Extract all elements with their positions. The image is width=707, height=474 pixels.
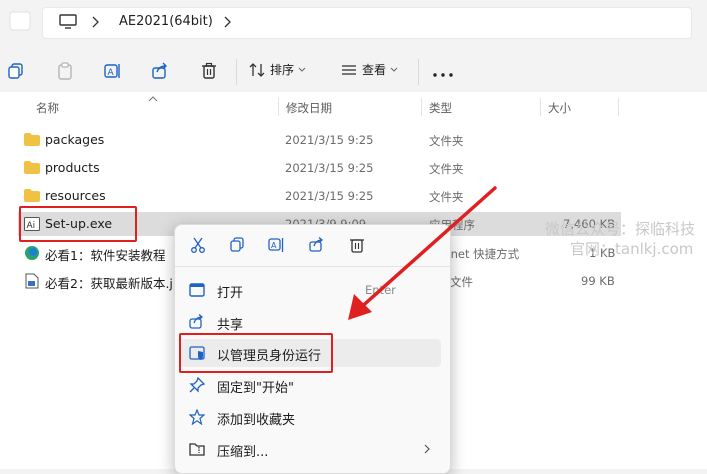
annotation-arrow-icon: [348, 186, 497, 320]
chevron-down-icon: [298, 67, 306, 72]
file-type: 文件夹: [429, 134, 464, 148]
rename-icon[interactable]: A: [101, 59, 125, 83]
address-bar[interactable]: AE2021(64bit): [42, 7, 692, 39]
pin-icon: [187, 375, 207, 395]
sort-button[interactable]: 排序: [248, 61, 306, 78]
column-divider[interactable]: [540, 98, 541, 116]
file-name: 必看2：获取最新版本.jp: [45, 276, 181, 291]
highlight-box-setup: [19, 206, 137, 242]
copy-icon[interactable]: [227, 235, 247, 255]
sort-icon: [249, 62, 265, 77]
watermark-line-2: 官网：tanlkj.com: [570, 240, 694, 258]
share-icon[interactable]: [148, 59, 172, 83]
menu-item-label: 打开: [217, 286, 244, 301]
paste-icon: [53, 59, 77, 83]
cut-icon[interactable]: [188, 235, 208, 255]
file-modified: 2021/3/15 9:25: [285, 133, 374, 147]
file-row-packages[interactable]: packages 2021/3/15 9:25 文件夹: [18, 129, 618, 151]
zip-folder-icon: [187, 439, 207, 459]
chevron-down-icon: [390, 67, 398, 72]
star-icon: [187, 407, 207, 427]
column-header-name[interactable]: 名称: [36, 100, 59, 116]
menu-item-label: 添加到收藏夹: [217, 413, 296, 428]
watermark-line-1: 微信公众号：探临科技: [545, 220, 696, 238]
folder-icon: [24, 161, 40, 174]
copy-icon[interactable]: [4, 59, 28, 83]
open-window-icon: [187, 280, 207, 300]
column-header-size[interactable]: 大小: [548, 100, 571, 116]
file-row-products[interactable]: products 2021/3/15 9:25 文件夹: [18, 157, 618, 179]
breadcrumb-chevron-icon[interactable]: [91, 14, 101, 33]
rename-icon[interactable]: A: [267, 235, 287, 255]
folder-icon: [24, 189, 40, 202]
view-button[interactable]: 查看: [340, 61, 398, 78]
file-name: resources: [45, 188, 106, 203]
menu-item-label: 压缩到...: [217, 445, 269, 460]
highlight-box-run-as-admin: [179, 333, 333, 373]
toolbar-divider: [236, 59, 237, 85]
file-name: packages: [45, 132, 105, 147]
toolbar-divider: [418, 59, 419, 85]
view-list-icon: [342, 64, 356, 75]
menu-item-label: 共享: [217, 318, 244, 333]
address-bar-area: AE2021(64bit): [0, 0, 707, 42]
breadcrumb-path[interactable]: AE2021(64bit): [119, 14, 213, 29]
column-divider[interactable]: [618, 98, 619, 116]
svg-text:A: A: [271, 241, 277, 250]
chevron-right-icon: [423, 443, 431, 458]
column-header-type[interactable]: 类型: [429, 100, 452, 116]
menu-item-pin-to-start[interactable]: 固定到"开始": [179, 371, 441, 399]
command-bar: A 排序 查看: [0, 50, 707, 94]
computer-icon: [59, 14, 77, 33]
edge-link-icon: [25, 246, 39, 260]
sort-label: 排序: [270, 63, 295, 77]
delete-icon[interactable]: [197, 59, 221, 83]
image-file-icon: [25, 273, 39, 289]
share-icon[interactable]: [307, 235, 327, 255]
more-options-icon[interactable]: [432, 68, 454, 82]
menu-item-compress-to[interactable]: 压缩到...: [179, 435, 441, 463]
column-divider[interactable]: [278, 98, 279, 116]
view-label: 查看: [362, 63, 387, 77]
menu-item-label: 固定到"开始": [217, 381, 294, 396]
file-name: 必看1：软件安装教程（: [45, 248, 178, 263]
svg-text:A: A: [108, 68, 115, 78]
file-modified: 2021/3/15 9:25: [285, 161, 374, 175]
menu-item-add-to-favorites[interactable]: 添加到收藏夹: [179, 403, 441, 431]
file-size: 99 KB: [581, 274, 615, 288]
nav-expand-icon[interactable]: [8, 10, 32, 35]
column-header-modified[interactable]: 修改日期: [286, 100, 332, 116]
folder-icon: [24, 133, 40, 146]
file-row-resources[interactable]: resources 2021/3/15 9:25 文件夹: [18, 185, 618, 207]
share-icon: [187, 312, 207, 332]
sort-up-indicator-icon: [147, 92, 159, 106]
breadcrumb-chevron-icon[interactable]: [223, 14, 233, 33]
column-divider[interactable]: [421, 98, 422, 116]
file-name: products: [45, 160, 100, 175]
file-type: 文件夹: [429, 162, 464, 176]
